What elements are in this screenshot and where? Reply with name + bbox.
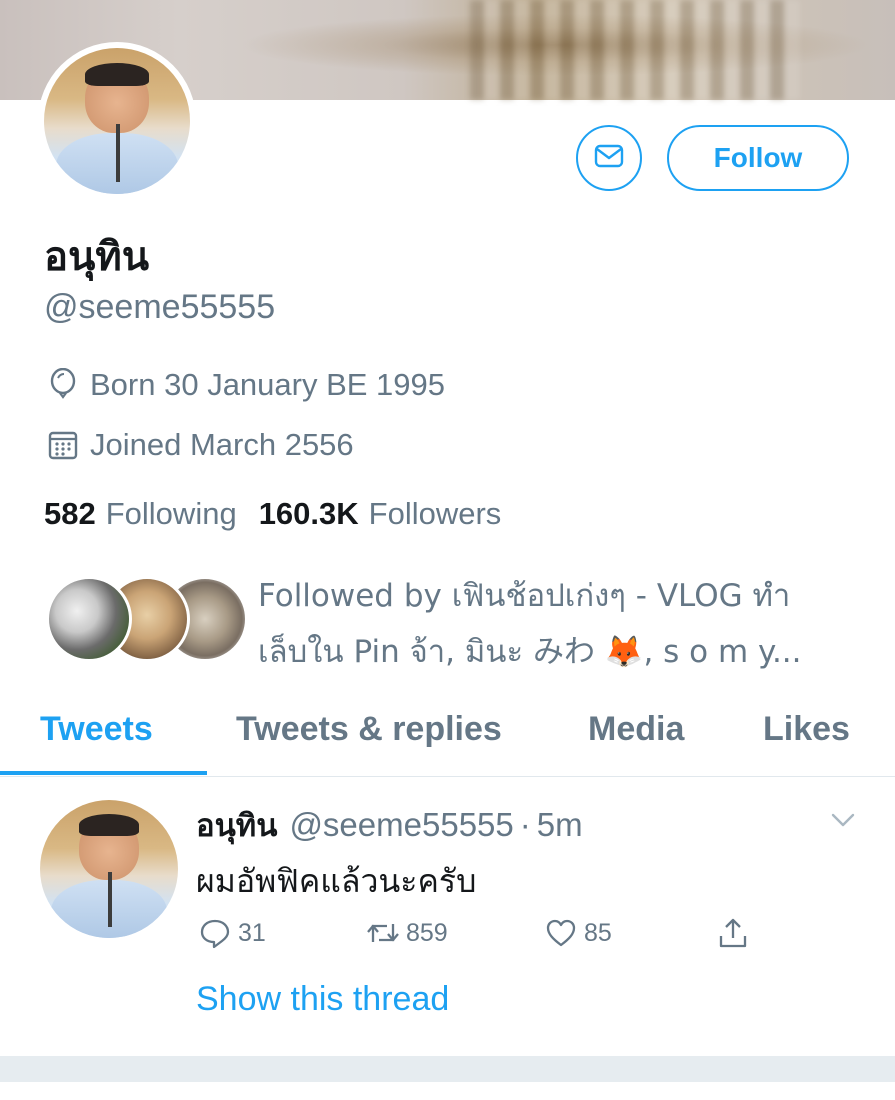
heart-icon xyxy=(542,914,580,952)
retweet-count: 859 xyxy=(406,918,448,947)
like-button[interactable]: 85 xyxy=(542,914,612,952)
tab-tweets-replies[interactable]: Tweets & replies xyxy=(236,710,502,749)
like-count: 85 xyxy=(584,918,612,947)
profile-display-name: อนุทิน xyxy=(44,234,150,280)
tweet-author-handle[interactable]: @seeme55555 xyxy=(289,806,513,844)
followed-by-avatars[interactable] xyxy=(46,576,248,662)
tweet-timestamp: 5m xyxy=(536,806,583,843)
tab-tweets[interactable]: Tweets xyxy=(40,710,153,749)
profile-handle: @seeme55555 xyxy=(44,288,276,326)
avatar-photo xyxy=(44,48,190,194)
follow-button[interactable]: Follow xyxy=(667,125,849,191)
profile-tabs: Tweets Tweets & replies Media Likes xyxy=(0,700,895,777)
tweet-avatar[interactable] xyxy=(40,800,178,938)
followed-by-line: เล็บใน Pin จ้า, มินะ みわ 🦊, s o m y... xyxy=(258,634,802,670)
tweet-header: อนุทิน @seeme55555 · 5m xyxy=(196,800,583,850)
tab-media[interactable]: Media xyxy=(588,710,684,749)
share-icon xyxy=(714,914,752,952)
reply-icon xyxy=(196,914,234,952)
timeline-divider xyxy=(0,1056,895,1082)
tab-likes[interactable]: Likes xyxy=(763,710,850,749)
tweet-author-name[interactable]: อนุทิน xyxy=(196,800,277,850)
followed-by-text[interactable]: Followed by เฟินช้อปเก่งๆ - VLOG ทำ เล็บ… xyxy=(258,568,858,680)
follower-avatar xyxy=(46,576,132,662)
reply-button[interactable]: 31 xyxy=(196,914,266,952)
share-button[interactable] xyxy=(714,914,756,952)
tweet-text: ผมอัพฟิคแล้วนะครับ xyxy=(196,862,477,900)
message-button[interactable] xyxy=(576,125,642,191)
retweet-icon xyxy=(364,914,402,952)
followers-label: Followers xyxy=(368,496,502,531)
following-label: Following xyxy=(105,496,237,531)
retweet-button[interactable]: 859 xyxy=(364,914,448,952)
show-thread-link[interactable]: Show this thread xyxy=(196,980,449,1019)
mail-icon xyxy=(592,139,626,178)
followers-count: 160.3K xyxy=(258,496,359,531)
followers-link[interactable]: 160.3K Followers xyxy=(259,496,502,532)
calendar-icon xyxy=(44,426,82,464)
followed-by-line: Followed by เฟินช้อปเก่งๆ - VLOG ทำ xyxy=(258,578,791,614)
reply-count: 31 xyxy=(238,918,266,947)
avatar-photo xyxy=(40,800,178,938)
follow-stats: 582 Following 160.3K Followers xyxy=(44,496,523,532)
active-tab-indicator xyxy=(0,771,207,775)
following-link[interactable]: 582 Following xyxy=(44,496,237,532)
birthday-row: Born 30 January BE 1995 xyxy=(44,366,445,404)
birthday-text: Born 30 January BE 1995 xyxy=(90,367,446,402)
tweet-actions: 31 859 85 xyxy=(196,914,766,958)
banner-image-detail xyxy=(470,0,800,100)
chevron-down-icon[interactable] xyxy=(828,808,858,832)
balloon-icon xyxy=(44,366,82,404)
joined-row: Joined March 2556 xyxy=(44,426,354,464)
tweet-separator: · xyxy=(519,806,531,843)
profile-avatar[interactable] xyxy=(38,42,196,200)
joined-text: Joined March 2556 xyxy=(90,427,354,462)
following-count: 582 xyxy=(44,496,96,531)
